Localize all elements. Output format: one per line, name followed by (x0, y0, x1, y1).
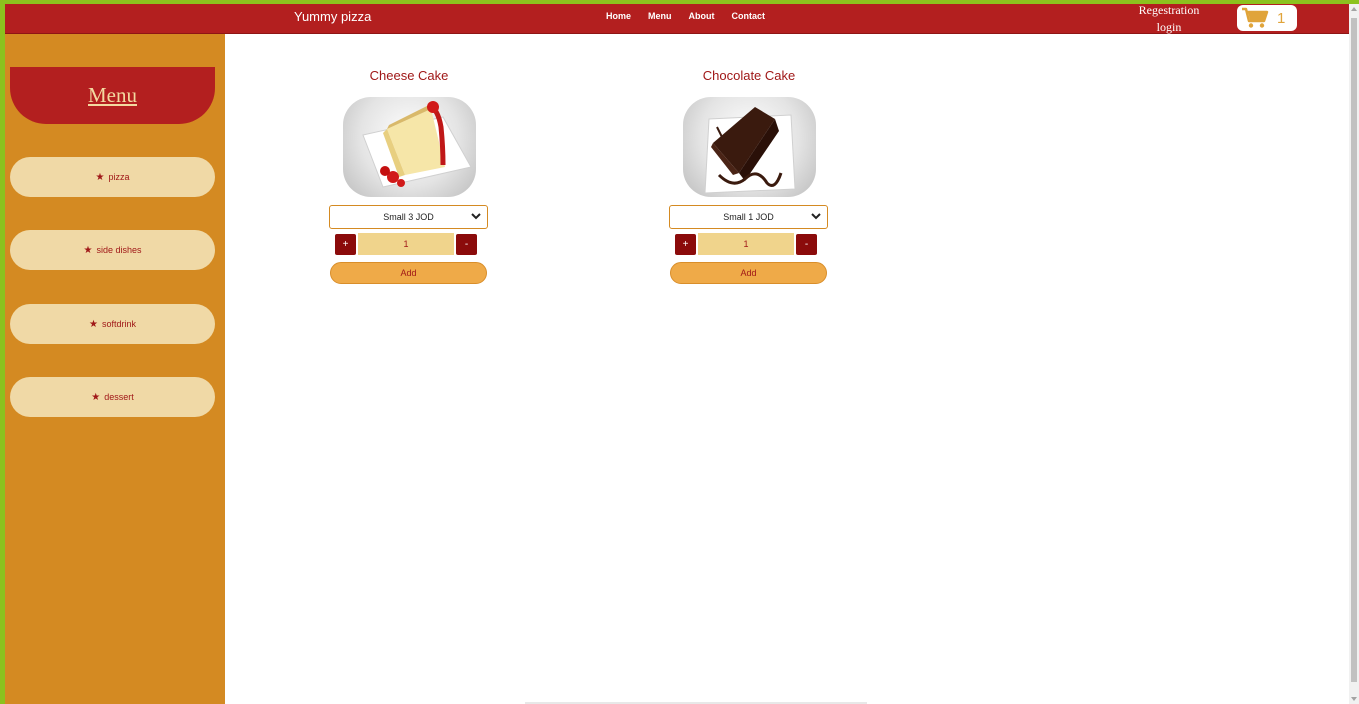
nav-link-about[interactable]: About (689, 11, 715, 21)
sidebar-menu-header: Menu (10, 67, 215, 124)
size-select[interactable]: Small 3 JOD (329, 205, 488, 229)
decrease-quantity-button[interactable]: - (456, 233, 477, 255)
sidebar-item-label: dessert (104, 392, 134, 402)
product-image-cheese-cake (342, 97, 476, 197)
product-card-chocolate-cake: Chocolate Cake Small 1 JOD + 1 - Add (669, 68, 829, 284)
sidebar-item-label: pizza (108, 172, 130, 182)
scroll-up-icon[interactable] (1351, 7, 1357, 11)
star-icon: ★ (83, 244, 93, 256)
nav-link-home[interactable]: Home (606, 11, 631, 21)
sidebar-item-dessert[interactable]: ★ dessert (10, 377, 215, 417)
shopping-cart-icon (1242, 7, 1269, 28)
vertical-scrollbar[interactable] (1349, 4, 1359, 704)
star-icon: ★ (89, 318, 98, 330)
product-name: Chocolate Cake (702, 68, 796, 83)
brand-name[interactable]: Yummy pizza (294, 9, 371, 24)
size-select-value: Small 3 JOD (383, 212, 434, 222)
add-to-cart-button[interactable]: Add (670, 262, 827, 284)
quantity-stepper: + 1 - (335, 233, 489, 255)
nav-link-menu[interactable]: Menu (648, 11, 672, 21)
star-icon: ★ (91, 391, 101, 403)
cart-count: 1 (1277, 9, 1286, 27)
registration-link[interactable]: Regestration (1125, 2, 1213, 19)
sidebar-item-pizza[interactable]: ★ pizza (10, 157, 215, 197)
sidebar-item-side-dishes[interactable]: ★ side dishes (10, 230, 215, 270)
auth-links: Regestration login (1125, 2, 1213, 36)
increase-quantity-button[interactable]: + (335, 233, 356, 255)
scrollbar-thumb[interactable] (1351, 18, 1357, 682)
navbar: Yummy pizza Home Menu About Contact Rege… (5, 2, 1349, 36)
size-select-value: Small 1 JOD (723, 212, 774, 222)
scroll-down-icon[interactable] (1351, 697, 1357, 701)
nav-link-contact[interactable]: Contact (732, 11, 766, 21)
chevron-down-icon (471, 213, 481, 220)
increase-quantity-button[interactable]: + (675, 233, 696, 255)
quantity-field[interactable]: 1 (358, 233, 454, 255)
nav-links: Home Menu About Contact (606, 11, 782, 21)
product-card-cheese-cake: Cheese Cake Small 3 JOD + 1 - Add (329, 68, 489, 284)
add-to-cart-button[interactable]: Add (330, 262, 487, 284)
sidebar: Menu ★ pizza ★ side dishes ★ softdrink ★… (5, 34, 225, 704)
product-name: Cheese Cake (369, 68, 449, 83)
cart-button[interactable]: 1 (1237, 5, 1297, 31)
sidebar-menu-title[interactable]: Menu (88, 83, 137, 108)
chevron-down-icon (811, 213, 821, 220)
sidebar-item-softdrink[interactable]: ★ softdrink (10, 304, 215, 344)
star-icon: ★ (95, 171, 105, 183)
login-link[interactable]: login (1125, 19, 1213, 36)
quantity-field[interactable]: 1 (698, 233, 794, 255)
sidebar-item-label: softdrink (101, 319, 136, 329)
sidebar-item-label: side dishes (96, 245, 142, 255)
quantity-stepper: + 1 - (675, 233, 829, 255)
product-image-chocolate-cake (682, 97, 816, 197)
size-select[interactable]: Small 1 JOD (669, 205, 828, 229)
decrease-quantity-button[interactable]: - (796, 233, 817, 255)
